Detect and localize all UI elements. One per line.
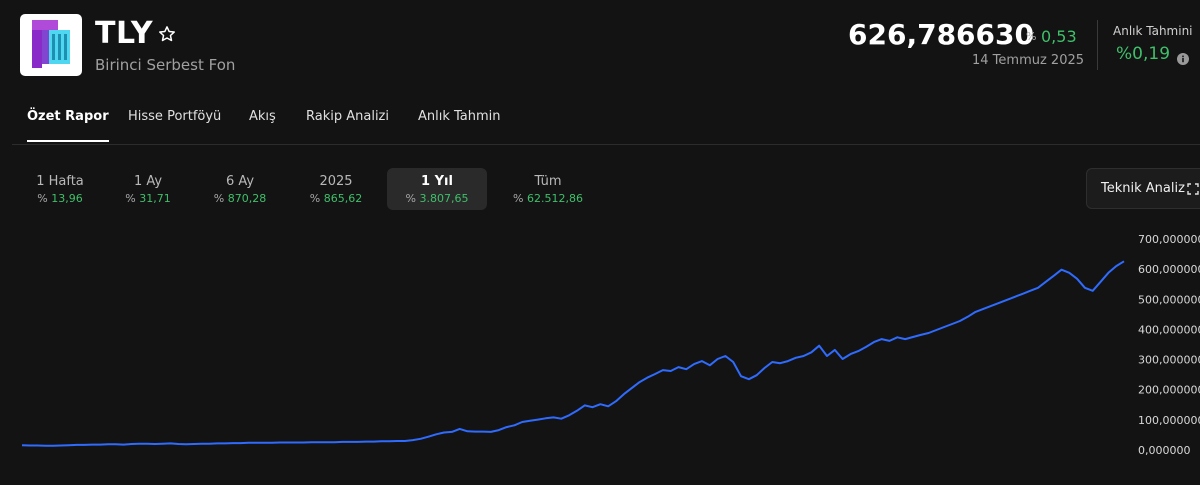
period-label: 1 Yıl bbox=[421, 174, 453, 189]
period-change: % 62.512,86 bbox=[498, 192, 598, 205]
period-value: 865,62 bbox=[323, 192, 363, 205]
fund-ticker: TLY bbox=[95, 16, 154, 51]
period-label: 6 Ay bbox=[225, 174, 255, 189]
fund-header: TLY Birinci Serbest Fon 626,786630 % 0,5… bbox=[0, 0, 1200, 95]
y-tick-label: 600,000000 bbox=[1138, 263, 1200, 276]
change-percent-symbol: % bbox=[1026, 30, 1037, 43]
period-label: 2025 bbox=[319, 174, 353, 189]
expand-icon bbox=[1187, 183, 1199, 195]
period-percent-symbol: % bbox=[125, 192, 136, 205]
period-tum[interactable]: Tüm % 62.512,86 bbox=[498, 168, 598, 210]
period-label: 1 Hafta bbox=[36, 174, 84, 189]
tab-akis[interactable]: Akış bbox=[249, 109, 276, 142]
y-tick-label: 300,000000 bbox=[1138, 354, 1200, 367]
info-icon[interactable] bbox=[1177, 50, 1189, 69]
estimate-label: Anlık Tahmini bbox=[1113, 24, 1193, 38]
y-tick-label: 400,000000 bbox=[1138, 323, 1200, 336]
tab-bar: Özet Rapor Hisse Portföyü Akış Rakip Ana… bbox=[12, 100, 1200, 145]
period-label: 1 Ay bbox=[133, 174, 163, 189]
period-1-yil[interactable]: 1 Yıl % 3.807,65 bbox=[387, 168, 487, 210]
period-1-hafta[interactable]: 1 Hafta % 13,96 bbox=[10, 168, 110, 210]
star-icon[interactable] bbox=[158, 25, 176, 47]
header-divider bbox=[1097, 20, 1098, 70]
period-value: 870,28 bbox=[227, 192, 267, 205]
price-chart: 0,000000 100,000000 200,000000 300,000000 40… bbox=[21, 233, 1200, 457]
period-value: 13,96 bbox=[51, 192, 83, 205]
period-6-ay[interactable]: 6 Ay % 870,28 bbox=[190, 168, 290, 210]
fund-logo bbox=[20, 14, 82, 76]
fund-price: 626,786630 bbox=[848, 18, 1034, 51]
y-tick-label: 500,000000 bbox=[1138, 293, 1200, 306]
period-change: % 870,28 bbox=[190, 192, 290, 205]
period-label: Tüm bbox=[534, 174, 562, 189]
y-tick-label: 100,000000 bbox=[1138, 414, 1200, 427]
period-change: % 31,71 bbox=[98, 192, 198, 205]
tab-hisse-portfoyu[interactable]: Hisse Portföyü bbox=[128, 109, 221, 142]
tab-rakip-analizi[interactable]: Rakip Analizi bbox=[306, 109, 389, 142]
period-percent-symbol: % bbox=[37, 192, 48, 205]
y-tick-label: 200,000000 bbox=[1138, 384, 1200, 397]
period-value: 62.512,86 bbox=[526, 192, 583, 205]
period-1-ay[interactable]: 1 Ay % 31,71 bbox=[98, 168, 198, 210]
tab-anlik-tahmin[interactable]: Anlık Tahmin bbox=[418, 109, 501, 142]
teknik-analiz-label: Teknik Analiz bbox=[1101, 181, 1185, 196]
y-tick-label: 0,000000 bbox=[1138, 444, 1191, 457]
period-percent-symbol: % bbox=[405, 192, 416, 205]
daily-change: 0,53 bbox=[1041, 27, 1077, 46]
teknik-analiz-button[interactable]: Teknik Analiz bbox=[1086, 168, 1200, 209]
estimate-value: %0,19 bbox=[1116, 44, 1171, 64]
price-date: 14 Temmuz 2025 bbox=[972, 53, 1085, 68]
period-value: 31,71 bbox=[139, 192, 171, 205]
tab-ozet-rapor[interactable]: Özet Rapor bbox=[27, 109, 109, 142]
fund-name: Birinci Serbest Fon bbox=[95, 56, 236, 74]
fund-logo-mark bbox=[32, 20, 70, 68]
period-percent-symbol: % bbox=[309, 192, 321, 205]
price-series-line bbox=[21, 260, 1125, 447]
period-percent-symbol: % bbox=[213, 192, 225, 205]
period-change: % 865,62 bbox=[286, 192, 386, 205]
period-change: % 3.807,65 bbox=[387, 192, 487, 205]
period-percent-symbol: % bbox=[513, 192, 524, 205]
period-change: % 13,96 bbox=[10, 192, 110, 205]
y-tick-label: 700,000000 bbox=[1138, 233, 1200, 246]
period-value: 3.807,65 bbox=[419, 192, 469, 205]
period-2025[interactable]: 2025 % 865,62 bbox=[286, 168, 386, 210]
